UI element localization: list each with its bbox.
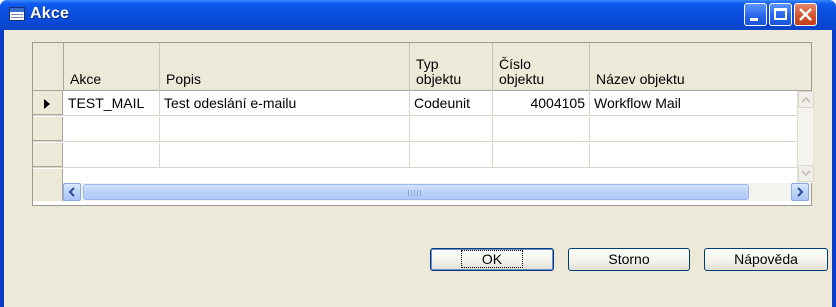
cancel-button[interactable]: Storno [568,248,690,271]
cell-cislo-objektu[interactable] [493,143,590,168]
column-header-typ-objektu[interactable]: Typ objektu [410,43,493,91]
cell-akce[interactable]: TEST_MAIL [64,91,160,116]
cell-typ-objektu[interactable] [410,117,493,142]
close-icon [799,8,812,21]
current-row-arrow-icon [44,99,50,109]
ok-button[interactable]: OK [430,248,554,271]
cell-akce[interactable] [64,117,160,142]
scroll-right-button[interactable] [791,183,809,201]
cell-nazev-objektu[interactable] [590,143,797,168]
row-selector[interactable] [33,91,63,115]
table-row[interactable]: TEST_MAIL Test odeslání e-mailu Codeunit… [33,91,811,116]
row-selector[interactable] [33,117,63,141]
cell-typ-objektu[interactable]: Codeunit [410,91,493,116]
column-header-label: Popis [166,71,202,87]
column-header-label: Typ objektu [416,56,462,87]
vertical-scrollbar[interactable] [797,91,814,183]
cell-popis[interactable] [160,117,410,142]
grid-header: Akce Popis Typ objektu Číslo objektu Náz… [33,43,811,91]
dialog-client-area: Akce Popis Typ objektu Číslo objektu Náz… [4,30,832,307]
table-form-icon [9,7,25,21]
scroll-up-button[interactable] [798,91,814,108]
cell-cislo-objektu[interactable]: 4004105 [493,91,590,116]
cell-popis[interactable]: Test odeslání e-mailu [160,91,410,116]
akce-window: Akce Akce Popis Typ objektu Číslo objekt… [0,0,836,307]
ok-button-label: OK [460,250,524,268]
minimize-button[interactable] [744,3,767,26]
chevron-down-icon [801,170,811,177]
chevron-right-icon [797,187,804,197]
cell-nazev-objektu[interactable] [590,117,797,142]
title-bar[interactable]: Akce [0,0,836,30]
table-row[interactable] [33,143,811,168]
cell-akce[interactable] [64,143,160,168]
actions-grid: Akce Popis Typ objektu Číslo objektu Náz… [32,42,814,206]
header-row-selector [33,43,64,91]
scroll-thumb[interactable] [83,184,749,200]
maximize-icon [774,8,787,20]
cancel-button-label: Storno [608,251,650,267]
table-row-empty [33,169,811,183]
scroll-left-button[interactable] [63,183,81,201]
window-title: Akce [30,5,70,22]
column-header-label: Název objektu [596,71,685,87]
maximize-button[interactable] [769,3,792,26]
cell-typ-objektu[interactable] [410,143,493,168]
scroll-down-button[interactable] [798,165,814,182]
help-button-label: Nápověda [734,251,798,267]
cell-popis[interactable] [160,143,410,168]
row-selector [33,169,63,183]
scrollbar-corner [33,183,63,201]
column-header-nazev-objektu[interactable]: Název objektu [590,43,797,91]
table-row[interactable] [33,117,811,142]
column-header-label: Akce [70,71,102,87]
help-button[interactable]: Nápověda [704,248,828,271]
horizontal-scrollbar[interactable] [63,183,811,201]
cell-cislo-objektu[interactable] [493,117,590,142]
chevron-left-icon [68,187,75,197]
column-header-label: Číslo objektu [499,56,545,87]
row-selector[interactable] [33,143,63,167]
minimize-icon [750,18,758,21]
close-button[interactable] [794,3,817,26]
column-header-akce[interactable]: Akce [64,43,160,91]
cell-nazev-objektu[interactable]: Workflow Mail [590,91,797,116]
column-header-popis[interactable]: Popis [160,43,410,91]
column-header-cislo-objektu[interactable]: Číslo objektu [493,43,590,91]
chevron-up-icon [801,96,811,103]
